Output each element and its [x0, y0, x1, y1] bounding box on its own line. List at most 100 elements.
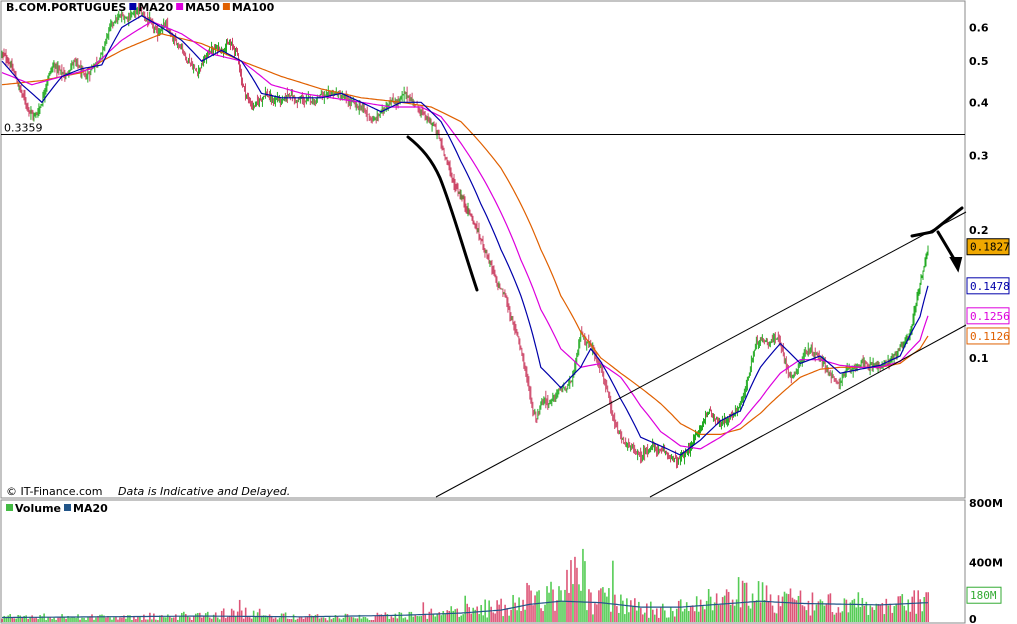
volume-bar — [45, 620, 47, 622]
volume-bar — [805, 610, 808, 622]
volume-bar — [63, 617, 65, 622]
volume-bar — [280, 613, 283, 622]
volume-bar — [340, 619, 343, 622]
volume-bar — [185, 614, 187, 622]
volume-bar — [801, 605, 804, 622]
volume-bar — [729, 604, 732, 622]
volume-bar — [204, 613, 207, 622]
volume-bar — [863, 605, 866, 622]
volume-bar — [65, 618, 67, 622]
volume-bar — [75, 617, 77, 622]
volume-bar — [163, 617, 165, 622]
volume-bar — [121, 617, 123, 622]
badge-value: 0.1827 — [970, 241, 1010, 254]
volume-bar — [817, 601, 820, 622]
volume-bar — [396, 618, 399, 622]
volume-bar — [390, 616, 393, 622]
volume-bar — [911, 596, 914, 622]
volume-bar — [873, 609, 876, 622]
volume-bar — [73, 617, 75, 622]
volume-bar — [400, 612, 403, 622]
volume-bar — [304, 617, 307, 622]
volume-bar — [646, 603, 648, 622]
volume-bar — [663, 610, 666, 622]
volume-bar — [276, 619, 279, 622]
volume-bar — [498, 604, 500, 622]
volume-bar — [667, 617, 670, 622]
volume-bar — [809, 615, 812, 622]
volume-bar — [111, 619, 113, 622]
price-tick-label: 0.2 — [969, 224, 989, 237]
volume-bar — [614, 594, 616, 622]
volume-bar — [422, 602, 425, 622]
volume-bar — [783, 591, 786, 622]
volume-bar — [173, 617, 175, 622]
volume-bar — [851, 600, 854, 622]
volume-bar — [298, 616, 301, 622]
volume-bar — [137, 616, 139, 622]
volume-bar — [15, 618, 17, 622]
volume-bar — [713, 602, 716, 622]
volume-bar — [468, 607, 470, 622]
volume-bar — [669, 607, 672, 622]
volume-bar — [542, 610, 544, 622]
volume-bar — [248, 617, 251, 622]
volume-bar — [620, 594, 622, 622]
volume-bar — [622, 600, 624, 622]
volume-bar — [725, 589, 728, 622]
volume-bar — [711, 610, 714, 622]
volume-bar — [528, 585, 530, 622]
volume-bar — [655, 608, 658, 622]
volume-bar — [294, 619, 297, 622]
volume-bar — [697, 611, 700, 622]
volume-bar — [683, 608, 686, 622]
volume-bar — [292, 614, 295, 622]
legend-label: MA100 — [232, 1, 275, 14]
last-value-badge: 0.1478 — [966, 277, 1010, 295]
volume-bar — [512, 594, 514, 622]
volume-bar — [188, 617, 191, 622]
volume-tick-label: 0 — [969, 613, 977, 624]
volume-bar — [404, 617, 407, 622]
volume-bar — [39, 615, 41, 622]
volume-bar — [580, 590, 582, 622]
volume-bar — [470, 613, 472, 622]
volume-bar — [803, 606, 806, 622]
volume-legend: Volume MA20 — [6, 502, 108, 515]
volume-bar — [749, 608, 752, 622]
volume-bar — [907, 599, 910, 622]
volume-bar — [21, 617, 23, 622]
volume-bar — [671, 611, 674, 622]
volume-bar — [314, 614, 317, 622]
volume-bar — [665, 617, 668, 622]
volume-bar — [392, 617, 395, 622]
volume-bar — [53, 617, 55, 622]
volume-bar — [149, 612, 151, 622]
volume-bar — [871, 607, 874, 622]
volume-bar — [256, 612, 259, 622]
volume-bar — [598, 590, 600, 622]
volume-bar — [560, 590, 562, 622]
volume-bar — [406, 619, 409, 622]
volume-bar — [675, 608, 678, 622]
volume-bar — [179, 616, 181, 622]
volume-bar — [644, 612, 646, 622]
volume-bar — [81, 617, 83, 622]
volume-bar — [632, 605, 634, 622]
volume-bar — [869, 605, 872, 622]
volume-bar — [37, 619, 39, 622]
volume-bar — [785, 593, 788, 622]
volume-bar — [131, 619, 133, 622]
volume-bar — [169, 616, 171, 622]
volume-bar — [496, 600, 498, 622]
volume-bar — [649, 601, 652, 622]
volume-bar — [739, 607, 742, 622]
volume-bar — [855, 607, 858, 622]
volume-bar — [250, 618, 253, 622]
volume-bar — [514, 602, 516, 622]
volume-bar — [332, 617, 335, 622]
volume-bar — [336, 616, 339, 622]
volume-bar — [282, 613, 285, 622]
volume-bar — [372, 620, 375, 622]
volume-bar — [288, 619, 291, 622]
